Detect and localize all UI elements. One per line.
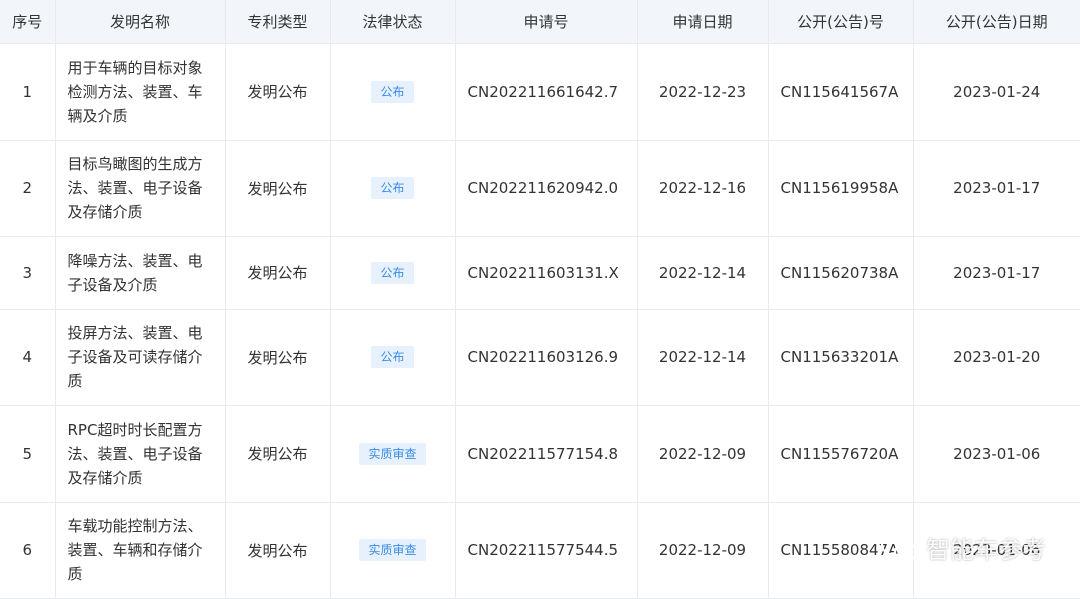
cell-app-date: 2022-12-09 — [637, 502, 769, 599]
cell-pub-no[interactable]: CN115576720A — [768, 405, 914, 503]
cell-pub-no[interactable]: CN115580847A — [768, 502, 914, 599]
cell-type: 发明公布 — [225, 140, 331, 237]
column-header-name[interactable]: 发明名称 — [55, 0, 226, 44]
cell-app-date: 2022-12-09 — [637, 405, 769, 503]
cell-name[interactable]: 降噪方法、装置、电子设备及介质 — [55, 236, 226, 310]
status-badge: 实质审查 — [359, 442, 426, 465]
status-badge: 公布 — [371, 177, 414, 199]
cell-type: 发明公布 — [225, 502, 331, 599]
cell-name[interactable]: 车载功能控制方法、装置、车辆和存储介质 — [55, 502, 226, 599]
cell-status: 实质审查 — [330, 405, 456, 503]
cell-no: 5 — [0, 405, 56, 503]
table-row[interactable]: 4 投屏方法、装置、电子设备及可读存储介质 发明公布 公布 CN20221160… — [0, 309, 1080, 406]
cell-pub-date: 2023-01-20 — [913, 309, 1080, 406]
cell-no: 2 — [0, 140, 56, 237]
column-header-no[interactable]: 序号 — [0, 0, 56, 44]
patent-table: 序号 发明名称 专利类型 法律状态 申请号 申请日期 公开(公告)号 公开(公告… — [0, 0, 1080, 599]
status-badge: 公布 — [371, 261, 414, 284]
cell-no: 3 — [0, 236, 56, 310]
table-row[interactable]: 5 RPC超时时长配置方法、装置、电子设备及存储介质 发明公布 实质审查 CN2… — [0, 405, 1080, 503]
cell-no: 1 — [0, 43, 56, 141]
cell-name[interactable]: 目标鸟瞰图的生成方法、装置、电子设备及存储介质 — [55, 140, 226, 237]
cell-app-date: 2022-12-14 — [637, 309, 769, 406]
cell-type: 发明公布 — [225, 236, 331, 310]
cell-name[interactable]: 投屏方法、装置、电子设备及可读存储介质 — [55, 309, 226, 406]
cell-status: 实质审查 — [330, 502, 456, 599]
cell-app-no[interactable]: CN202211661642.7 — [455, 43, 638, 141]
cell-pub-no[interactable]: CN115620738A — [768, 236, 914, 310]
cell-status: 公布 — [330, 309, 456, 406]
cell-app-date: 2022-12-14 — [637, 236, 769, 310]
column-header-pub-date[interactable]: 公开(公告)日期 — [913, 0, 1080, 44]
cell-pub-date: 2023-01-06 — [913, 405, 1080, 503]
status-badge: 公布 — [371, 80, 414, 103]
cell-pub-no[interactable]: CN115619958A — [768, 140, 914, 237]
cell-pub-date: 2023-01-24 — [913, 43, 1080, 141]
cell-pub-date: 2023-01-17 — [913, 236, 1080, 310]
table-row[interactable]: 2 目标鸟瞰图的生成方法、装置、电子设备及存储介质 发明公布 公布 CN2022… — [0, 140, 1080, 237]
cell-type: 发明公布 — [225, 405, 331, 503]
cell-status: 公布 — [330, 140, 456, 237]
cell-pub-date: 2023-01-06 — [913, 502, 1080, 599]
status-badge: 公布 — [371, 346, 414, 368]
table-row[interactable]: 3 降噪方法、装置、电子设备及介质 发明公布 公布 CN202211603131… — [0, 236, 1080, 310]
cell-app-no[interactable]: CN202211620942.0 — [455, 140, 638, 237]
column-header-pub-no[interactable]: 公开(公告)号 — [768, 0, 914, 44]
cell-app-date: 2022-12-23 — [637, 43, 769, 141]
cell-pub-date: 2023-01-17 — [913, 140, 1080, 237]
cell-app-no[interactable]: CN202211603126.9 — [455, 309, 638, 406]
column-header-status[interactable]: 法律状态 — [330, 0, 456, 44]
cell-no: 6 — [0, 502, 56, 599]
cell-status: 公布 — [330, 236, 456, 310]
cell-no: 4 — [0, 309, 56, 406]
column-header-app-no[interactable]: 申请号 — [455, 0, 638, 44]
status-badge: 实质审查 — [359, 539, 426, 561]
cell-status: 公布 — [330, 43, 456, 141]
column-header-type[interactable]: 专利类型 — [225, 0, 331, 44]
table-row[interactable]: 6 车载功能控制方法、装置、车辆和存储介质 发明公布 实质审查 CN202211… — [0, 502, 1080, 599]
cell-name[interactable]: RPC超时时长配置方法、装置、电子设备及存储介质 — [55, 405, 226, 503]
column-header-app-date[interactable]: 申请日期 — [637, 0, 769, 44]
cell-type: 发明公布 — [225, 309, 331, 406]
table-row[interactable]: 1 用于车辆的目标对象检测方法、装置、车辆及介质 发明公布 公布 CN20221… — [0, 43, 1080, 141]
cell-pub-no[interactable]: CN115633201A — [768, 309, 914, 406]
cell-type: 发明公布 — [225, 43, 331, 141]
cell-pub-no[interactable]: CN115641567A — [768, 43, 914, 141]
cell-app-no[interactable]: CN202211577154.8 — [455, 405, 638, 503]
cell-name[interactable]: 用于车辆的目标对象检测方法、装置、车辆及介质 — [55, 43, 226, 141]
cell-app-no[interactable]: CN202211577544.5 — [455, 502, 638, 599]
cell-app-no[interactable]: CN202211603131.X — [455, 236, 638, 310]
cell-app-date: 2022-12-16 — [637, 140, 769, 237]
table-header-row: 序号 发明名称 专利类型 法律状态 申请号 申请日期 公开(公告)号 公开(公告… — [0, 0, 1080, 44]
